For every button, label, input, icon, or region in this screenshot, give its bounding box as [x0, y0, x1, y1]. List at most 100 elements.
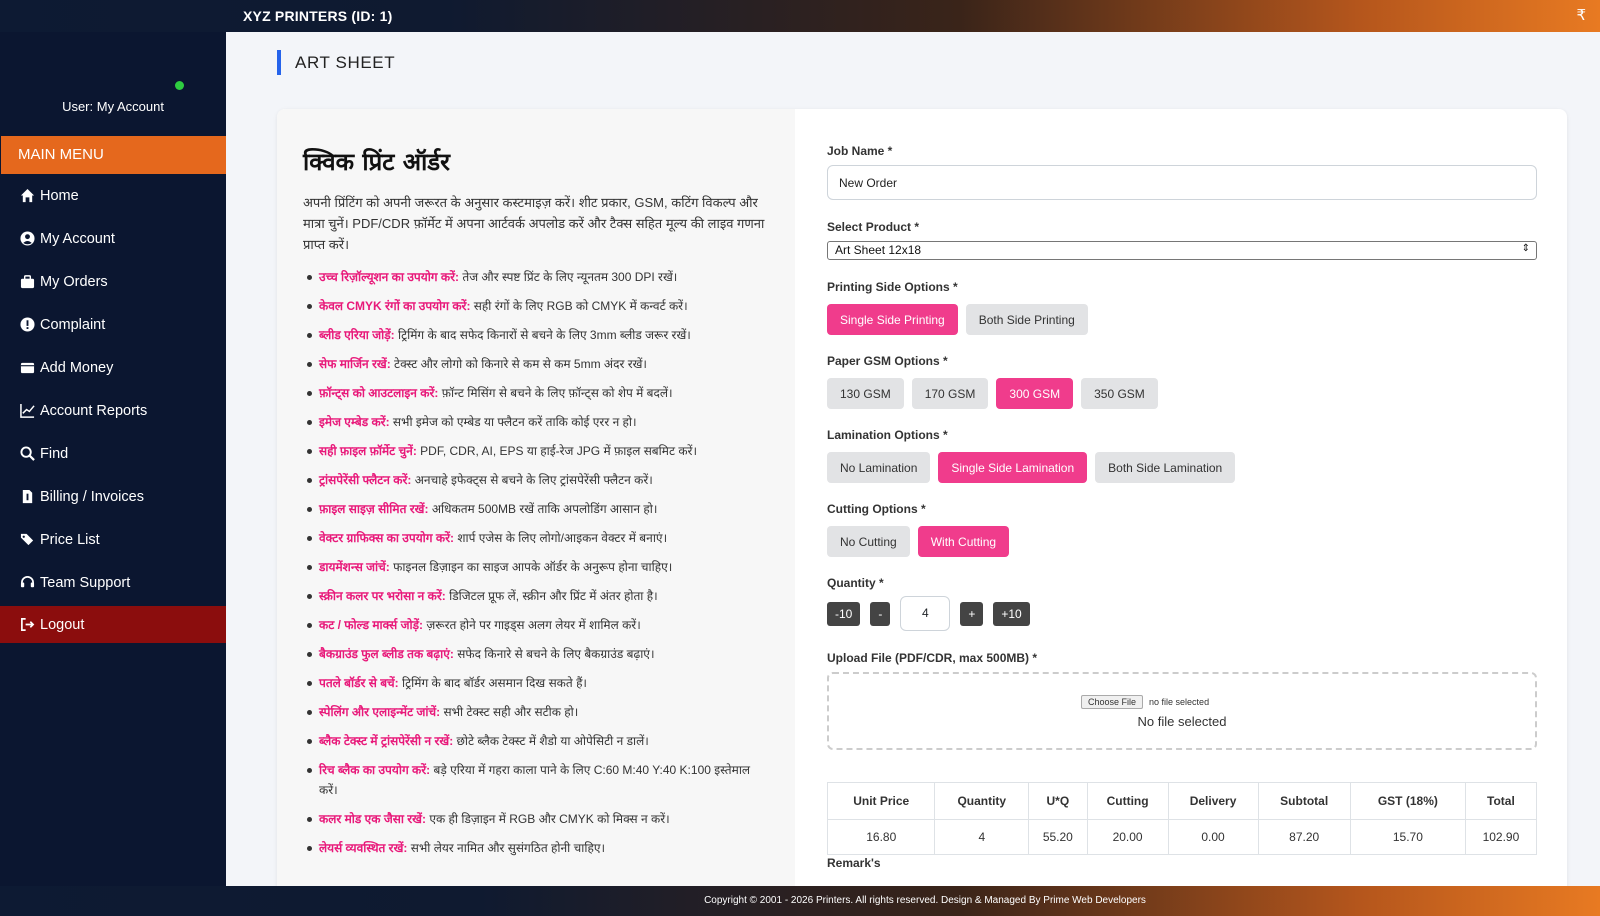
- tip-text: PDF, CDR, AI, EPS या हाई-रेज JPG में फ़ा…: [416, 444, 697, 458]
- job-name-input[interactable]: New Order: [827, 165, 1537, 200]
- summary-value-cell: 87.20: [1257, 819, 1351, 855]
- sidebar-item-account-reports[interactable]: Account Reports: [0, 389, 226, 432]
- qty-plus-10-button[interactable]: +10: [993, 601, 1030, 626]
- qty-plus-button[interactable]: +: [960, 601, 984, 626]
- sidebar-item-logout[interactable]: Logout: [0, 606, 226, 643]
- no-file-text: No file selected: [1137, 714, 1227, 729]
- tip-title: केवल CMYK रंगों का उपयोग करें:: [319, 299, 471, 313]
- tip-title: वेक्टर ग्राफिक्स का उपयोग करें:: [319, 531, 454, 545]
- tip-title: कलर मोड एक जैसा रखें:: [319, 812, 426, 826]
- brand-title: XYZ PRINTERS (ID: 1): [243, 8, 393, 24]
- main-menu-header: MAIN MENU: [1, 136, 226, 174]
- tip-title: फ़ॉन्ट्स को आउटलाइन करें:: [319, 386, 439, 400]
- tip-title: कट / फोल्ड मार्क्स जोड़ें:: [319, 618, 424, 632]
- tip-item: इमेज एम्बेड करें: सभी इमेज को एम्बेड या …: [303, 412, 770, 432]
- tip-text: सभी लेयर नामित और सुसंगठित होनी चाहिए।: [407, 841, 606, 855]
- sidebar-item-billing[interactable]: Billing / Invoices: [0, 475, 226, 518]
- tip-text: टेक्स्ट और लोगो को किनारे से कम से कम 5m…: [390, 357, 647, 371]
- tip-text: शार्प एजेस के लिए लोगो/आइकन वेक्टर में ब…: [453, 531, 668, 545]
- tip-item: लेयर्स व्यवस्थित रखें: सभी लेयर नामित और…: [303, 838, 770, 858]
- sign-out-icon: [18, 616, 36, 634]
- summary-value-cell: 55.20: [1028, 819, 1088, 855]
- info-heading: क्विक प्रिंट ऑर्डर: [303, 147, 450, 176]
- printing-side-options: Single Side Printing Both Side Printing: [827, 304, 1088, 335]
- tip-title: लेयर्स व्यवस्थित रखें:: [319, 841, 408, 855]
- tip-title: ब्लीड एरिया जोड़ें:: [319, 328, 395, 342]
- tips-list: उच्च रिज़ॉल्यूशन का उपयोग करें: तेज और स…: [303, 267, 770, 858]
- summary-header-cell: Delivery: [1167, 782, 1259, 820]
- tip-item: सेफ मार्जिन रखें: टेक्स्ट और लोगो को किन…: [303, 354, 770, 374]
- tip-item: ब्लीड एरिया जोड़ें: ट्रिमिंग के बाद सफेद…: [303, 325, 770, 345]
- summary-header-row: Unit Price Quantity U*Q Cutting Delivery Subt…: [826, 782, 1538, 820]
- chevron-updown-icon: ⇕: [1521, 243, 1530, 254]
- sidebar-item-label: Home: [40, 187, 79, 204]
- order-card: क्विक प्रिंट ऑर्डर अपनी प्रिंटिंग को अपन…: [277, 109, 1567, 909]
- tip-text: ट्रिमिंग के बाद बॉर्डर असमान दिख सकते है…: [398, 676, 587, 690]
- cutting-option-button[interactable]: With Cutting: [917, 526, 1010, 557]
- tip-item: सही फ़ाइल फ़ॉर्मेट चुनें: PDF, CDR, AI, …: [303, 441, 770, 461]
- tip-item: फ़ॉन्ट्स को आउटलाइन करें: फ़ॉन्ट मिसिंग …: [303, 383, 770, 403]
- qty-minus-button[interactable]: -: [870, 601, 891, 626]
- price-summary-table: Unit Price Quantity U*Q Cutting Delivery Subt…: [826, 782, 1538, 855]
- tip-item: ब्लैक टेक्स्ट में ट्रांसपेरेंसी न रखें: …: [303, 731, 770, 751]
- summary-value-cell: 16.80: [826, 819, 936, 855]
- lamination-option-button[interactable]: No Lamination: [827, 452, 931, 483]
- summary-value-cell: 102.90: [1464, 819, 1538, 855]
- user-circle-icon: [18, 230, 36, 248]
- printing-side-option-button[interactable]: Single Side Printing: [827, 304, 958, 335]
- sidebar-nav: Home My Account My Orders Complaint Add …: [0, 174, 226, 643]
- line-chart-icon: [18, 402, 36, 420]
- sidebar-item-label: Team Support: [40, 574, 131, 591]
- sidebar-item-my-account[interactable]: My Account: [0, 217, 226, 260]
- tip-item: स्क्रीन कलर पर भरोसा न करें: डिजिटल प्रू…: [303, 586, 770, 606]
- printing-side-option-button[interactable]: Both Side Printing: [965, 304, 1088, 335]
- product-select[interactable]: Art Sheet 12x18 ⇕: [827, 241, 1537, 260]
- printing-side-label: Printing Side Options *: [827, 280, 958, 294]
- cutting-label: Cutting Options *: [827, 502, 926, 516]
- tip-text: फ़ॉन्ट मिसिंग से बचने के लिए फ़ॉन्ट्स को…: [438, 386, 673, 400]
- file-chooser: Choose File no file selected: [1081, 695, 1209, 709]
- rupee-icon[interactable]: ₹: [1576, 6, 1586, 24]
- cutting-option-button[interactable]: No Cutting: [827, 526, 910, 557]
- sidebar-item-find[interactable]: Find: [0, 432, 226, 475]
- sidebar-item-label: Price List: [40, 531, 100, 548]
- tip-text: डिजिटल प्रूफ लें, स्क्रीन और प्रिंट में …: [445, 589, 658, 603]
- sidebar-item-add-money[interactable]: Add Money: [0, 346, 226, 389]
- gsm-option-button[interactable]: 170 GSM: [911, 378, 989, 409]
- tip-text: सही रंगों के लिए RGB को CMYK में कन्वर्ट…: [470, 299, 688, 313]
- sidebar-item-home[interactable]: Home: [0, 174, 226, 217]
- page-title: ART SHEET: [277, 50, 395, 75]
- tip-item: ट्रांसपेरेंसी फ्लैटन करें: अनचाहे इफेक्ट…: [303, 470, 770, 490]
- tip-item: फ़ाइल साइज़ सीमित रखें: अधिकतम 500MB रखे…: [303, 499, 770, 519]
- tip-item: डायमेंशन्स जांचें: फाइनल डिज़ाइन का साइज…: [303, 557, 770, 577]
- tip-title: स्पेलिंग और एलाइन्मेंट जांचें:: [319, 705, 441, 719]
- sidebar-item-my-orders[interactable]: My Orders: [0, 260, 226, 303]
- tip-title: डायमेंशन्स जांचें:: [319, 560, 390, 574]
- lamination-option-button[interactable]: Both Side Lamination: [1095, 452, 1236, 483]
- qty-minus-10-button[interactable]: -10: [827, 601, 861, 626]
- gsm-option-button[interactable]: 350 GSM: [1081, 378, 1158, 409]
- gsm-option-button[interactable]: 130 GSM: [827, 378, 904, 409]
- product-label: Select Product *: [827, 220, 920, 234]
- exclamation-circle-icon: [18, 316, 36, 334]
- top-bar: XYZ PRINTERS (ID: 1) ₹: [0, 0, 1600, 32]
- tip-text: अनचाहे इफेक्ट्स से बचने के लिए ट्रांसपेर…: [411, 473, 653, 487]
- gsm-option-button[interactable]: 300 GSM: [996, 378, 1074, 409]
- upload-dropzone[interactable]: Choose File no file selected No file sel…: [827, 672, 1537, 750]
- sidebar-item-price-list[interactable]: Price List: [0, 518, 226, 561]
- sidebar-item-label: Add Money: [40, 359, 114, 376]
- tip-item: बैकग्राउंड फुल ब्लीड तक बढ़ाएं: सफेद किन…: [303, 644, 770, 664]
- lamination-option-button[interactable]: Single Side Lamination: [938, 452, 1088, 483]
- wallet-icon: [18, 359, 36, 377]
- upload-label: Upload File (PDF/CDR, max 500MB) *: [827, 651, 1038, 665]
- quantity-input[interactable]: 4: [900, 596, 951, 631]
- tip-title: ब्लैक टेक्स्ट में ट्रांसपेरेंसी न रखें:: [319, 734, 454, 748]
- sidebar-item-team-support[interactable]: Team Support: [0, 561, 226, 604]
- tip-item: वेक्टर ग्राफिक्स का उपयोग करें: शार्प एज…: [303, 528, 770, 548]
- headset-icon: [18, 574, 36, 592]
- tip-title: स्क्रीन कलर पर भरोसा न करें:: [319, 589, 446, 603]
- tip-text: छोटे ब्लैक टेक्स्ट में शैडो या ओपेसिटी न…: [453, 734, 649, 748]
- sidebar-item-complaint[interactable]: Complaint: [0, 303, 226, 346]
- choose-file-button[interactable]: Choose File: [1081, 695, 1144, 709]
- sidebar-item-label: My Orders: [40, 273, 108, 290]
